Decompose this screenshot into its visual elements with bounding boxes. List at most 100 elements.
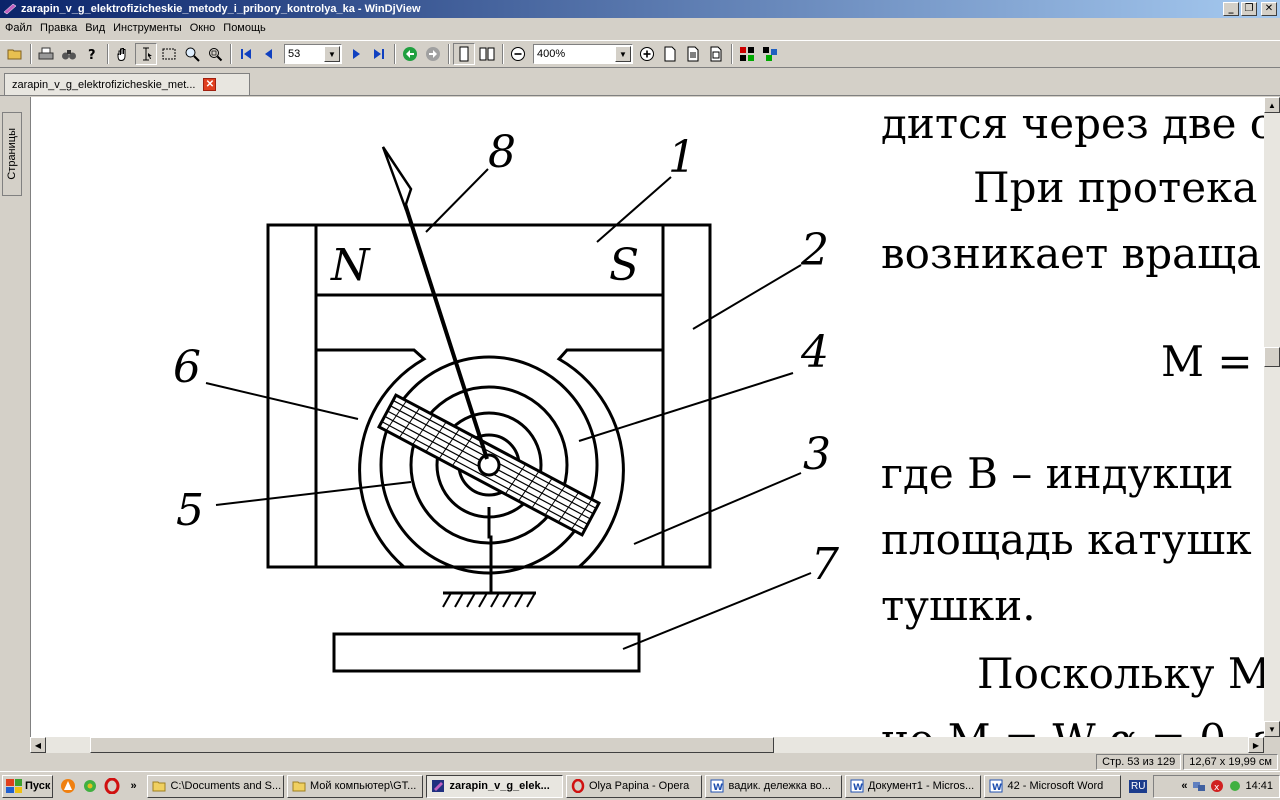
zoom-out-button[interactable] xyxy=(507,43,529,65)
task-label: C:\Documents and S... xyxy=(170,780,282,792)
close-tab-icon[interactable]: ✕ xyxy=(203,78,217,91)
menu-help[interactable]: Помощь xyxy=(220,22,269,34)
title-bar: zarapin_v_g_elektrofizicheskie_metody_i_… xyxy=(0,0,1280,18)
task-button-word-1[interactable]: W вадик. дележка во... xyxy=(705,774,842,798)
document-tab[interactable]: zarapin_v_g_elektrofizicheskie_met... ✕ xyxy=(4,73,250,95)
menu-edit[interactable]: Правка xyxy=(37,22,80,34)
quicklaunch-icq[interactable] xyxy=(79,775,101,797)
open-button[interactable] xyxy=(4,43,26,65)
task-button-explorer-2[interactable]: Мой компьютер\GT... xyxy=(286,774,424,798)
folder-icon xyxy=(152,781,166,792)
right-pole-piece xyxy=(556,348,663,569)
page-number-value: 53 xyxy=(288,48,301,60)
task-label: Документ1 - Micros... xyxy=(867,780,975,792)
zoom-in-button[interactable] xyxy=(636,43,658,65)
taskbar: Пуск » C:\Documents and S... Мой компьют… xyxy=(0,771,1280,800)
vertical-scroll-thumb[interactable] xyxy=(1264,347,1280,367)
task-label: Мой компьютер\GT... xyxy=(309,780,417,792)
label-north: N xyxy=(330,240,371,291)
quicklaunch-avast[interactable] xyxy=(57,775,79,797)
menu-view[interactable]: Вид xyxy=(82,22,108,34)
vertical-scrollbar[interactable]: ▲ ▼ xyxy=(1264,97,1280,737)
forward-button[interactable] xyxy=(422,43,444,65)
task-button-opera[interactable]: Olya Papina - Opera xyxy=(565,774,703,798)
layout-mode-button[interactable] xyxy=(759,43,781,65)
hand-tool-button[interactable] xyxy=(112,43,134,65)
last-page-button[interactable] xyxy=(368,43,390,65)
rect-select-button[interactable] xyxy=(158,43,180,65)
zoom-in-icon xyxy=(640,47,654,61)
task-button-word-3[interactable]: W 42 - Microsoft Word xyxy=(984,774,1121,798)
language-indicator[interactable]: RU xyxy=(1128,779,1148,793)
quicklaunch-more[interactable]: » xyxy=(123,775,145,797)
horizontal-scroll-thumb[interactable] xyxy=(90,737,774,753)
page-number-combo[interactable]: 53 ▼ xyxy=(284,44,342,64)
next-page-icon xyxy=(353,49,360,59)
help-button[interactable]: ? xyxy=(81,43,103,65)
tray-expand[interactable]: « xyxy=(1181,780,1187,792)
actual-size-button[interactable] xyxy=(705,43,727,65)
document-viewport[interactable]: 8 1 2 4 3 7 6 5 N S дится через две сп П… xyxy=(30,97,1264,737)
svg-text:W: W xyxy=(713,783,723,793)
task-button-explorer-1[interactable]: C:\Documents and S... xyxy=(147,774,284,798)
last-page-icon xyxy=(374,49,384,59)
icq-tray-icon[interactable] xyxy=(1228,779,1242,793)
prev-page-button[interactable] xyxy=(258,43,280,65)
pages-panel-label: Страницы xyxy=(6,128,18,180)
svg-text:W: W xyxy=(853,783,863,793)
back-arrow-icon xyxy=(403,47,417,61)
fit-page-button[interactable] xyxy=(659,43,681,65)
magnetoelectric-device-figure: 8 1 2 4 3 7 6 5 N S xyxy=(173,127,839,673)
close-button[interactable]: ✕ xyxy=(1261,2,1277,16)
folder-icon xyxy=(292,781,306,792)
zoom-rect-icon xyxy=(209,48,223,62)
start-button[interactable]: Пуск xyxy=(2,774,54,798)
back-button[interactable] xyxy=(399,43,421,65)
restore-button[interactable]: ❐ xyxy=(1241,2,1257,16)
pointer-tip xyxy=(381,146,413,211)
single-page-button[interactable] xyxy=(453,43,475,65)
quicklaunch-opera[interactable] xyxy=(101,775,123,797)
toolbar: ? 53 ▼ 400% ▼ xyxy=(0,40,1280,68)
print-button[interactable] xyxy=(35,43,57,65)
hand-icon xyxy=(117,48,126,62)
zoom-tool-button[interactable] xyxy=(181,43,203,65)
task-button-windjview[interactable]: zarapin_v_g_elek... xyxy=(426,774,563,798)
zoom-rect-button[interactable] xyxy=(204,43,226,65)
two-pages-button[interactable] xyxy=(476,43,498,65)
menu-window[interactable]: Окно xyxy=(187,22,219,34)
network-icon[interactable] xyxy=(1192,779,1206,793)
chevron-down-icon[interactable]: ▼ xyxy=(324,46,340,62)
menu-file[interactable]: Файл xyxy=(2,22,35,34)
scroll-up-button[interactable]: ▲ xyxy=(1264,97,1280,113)
task-button-word-2[interactable]: W Документ1 - Micros... xyxy=(844,774,982,798)
select-tool-button[interactable] xyxy=(135,43,157,65)
magnifier-icon xyxy=(185,47,200,62)
fit-page-icon xyxy=(664,46,676,62)
next-page-button[interactable] xyxy=(345,43,367,65)
horizontal-scrollbar[interactable]: ◀ ▶ xyxy=(30,737,1264,753)
display-mode-button[interactable] xyxy=(736,43,758,65)
find-button[interactable] xyxy=(58,43,80,65)
opera-icon xyxy=(571,779,585,793)
scroll-left-button[interactable]: ◀ xyxy=(30,737,46,753)
first-page-button[interactable] xyxy=(235,43,257,65)
first-page-icon xyxy=(241,49,251,59)
text-line-4: где B – индукци xyxy=(881,449,1234,498)
menu-bar: Файл Правка Вид Инструменты Окно Помощь xyxy=(0,18,1280,38)
menu-tools[interactable]: Инструменты xyxy=(110,22,185,34)
label-8: 8 xyxy=(488,127,516,178)
fit-width-button[interactable] xyxy=(682,43,704,65)
shield-icon[interactable]: x xyxy=(1210,779,1224,793)
pages-panel-tab[interactable]: Страницы xyxy=(2,112,22,196)
two-pages-icon xyxy=(479,47,495,61)
actual-size-icon xyxy=(710,46,722,62)
minimize-button[interactable]: _ xyxy=(1223,2,1239,16)
fit-width-icon xyxy=(687,46,699,62)
zoom-combo[interactable]: 400% ▼ xyxy=(533,44,633,64)
label-4: 4 xyxy=(800,327,829,378)
text-line-2: При протека xyxy=(973,163,1258,212)
chevron-down-icon[interactable]: ▼ xyxy=(615,46,631,62)
scroll-down-button[interactable]: ▼ xyxy=(1264,721,1280,737)
scroll-right-button[interactable]: ▶ xyxy=(1248,737,1264,753)
